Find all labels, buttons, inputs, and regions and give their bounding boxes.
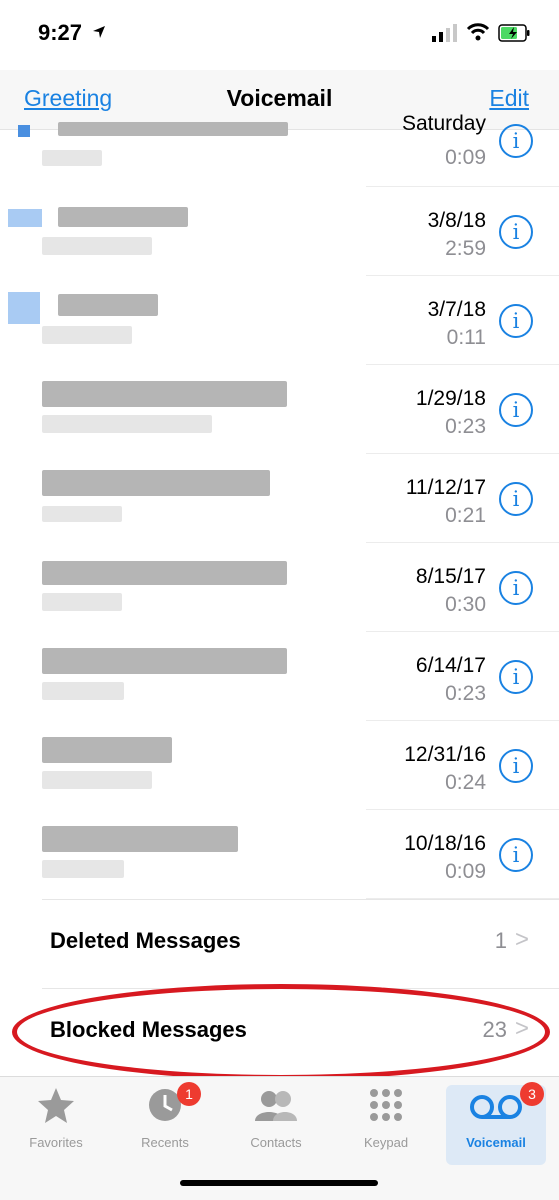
voicemail-row[interactable]: 6/14/17 0:23 i — [0, 632, 559, 721]
caller-detail — [42, 593, 122, 611]
tab-keypad[interactable]: Keypad — [336, 1085, 436, 1165]
voicemail-row[interactable]: 11/12/17 0:21 i — [0, 454, 559, 543]
voicemail-date: 12/31/16 — [404, 743, 486, 766]
voicemail-duration: 0:09 — [445, 146, 486, 169]
caller-detail — [42, 237, 152, 255]
caller-name — [58, 122, 288, 136]
voicemail-list: Saturday 0:09 i 3/8/18 2:59 i 3/7/18 0:1… — [0, 100, 559, 899]
keypad-icon — [370, 1089, 402, 1121]
voicemail-date: Saturday — [401, 112, 486, 135]
info-icon[interactable]: i — [499, 749, 533, 783]
voicemail-date: 8/15/17 — [415, 565, 486, 588]
tab-voicemail-label: Voicemail — [466, 1135, 526, 1150]
voicemail-date: 3/7/18 — [427, 298, 486, 321]
caller-name — [42, 737, 172, 763]
tab-recents[interactable]: 1 Recents — [115, 1082, 215, 1165]
star-icon — [38, 1088, 74, 1123]
voicemail-date: 1/29/18 — [415, 387, 486, 410]
info-icon[interactable]: i — [499, 838, 533, 872]
info-icon[interactable]: i — [499, 215, 533, 249]
voicemail-date: 10/18/16 — [404, 832, 486, 855]
caller-detail — [42, 860, 124, 878]
caller-name — [42, 826, 238, 852]
voicemail-date: 6/14/17 — [415, 654, 486, 677]
recents-badge: 1 — [177, 1082, 201, 1106]
voicemail-duration: 0:30 — [445, 593, 486, 616]
tab-contacts-label: Contacts — [250, 1135, 302, 1150]
voicemail-duration: 0:11 — [446, 326, 486, 349]
voicemail-row[interactable]: 8/15/17 0:30 i — [0, 543, 559, 632]
unread-indicator — [8, 209, 42, 227]
unread-indicator — [18, 125, 30, 137]
caller-detail — [42, 150, 102, 166]
tab-keypad-label: Keypad — [363, 1135, 409, 1150]
caller-detail — [42, 326, 132, 344]
highlight-annotation — [12, 984, 550, 1080]
caller-detail — [42, 506, 122, 522]
home-indicator — [180, 1180, 378, 1186]
voicemail-row[interactable]: 10/18/16 0:09 i — [0, 810, 559, 899]
tab-contacts[interactable]: Contacts — [226, 1085, 326, 1165]
voicemail-row[interactable]: Saturday 0:09 i — [0, 100, 559, 187]
tab-favorites-label: Favorites — [29, 1135, 83, 1150]
voicemail-badge: 3 — [520, 1082, 544, 1106]
contacts-icon — [255, 1091, 297, 1121]
caller-name — [58, 207, 188, 227]
tab-voicemail[interactable]: 3 Voicemail — [446, 1082, 546, 1165]
tab-recents-label: Recents — [141, 1135, 189, 1150]
caller-name — [42, 561, 287, 585]
caller-name — [42, 470, 270, 496]
info-icon[interactable]: i — [499, 304, 533, 338]
caller-name — [42, 381, 287, 407]
deleted-messages-count: 1 — [494, 928, 507, 953]
voicemail-row[interactable]: 12/31/16 0:24 i — [0, 721, 559, 810]
caller-name — [42, 648, 287, 674]
voicemail-duration: 0:09 — [445, 860, 486, 883]
chevron-right-icon: > — [514, 926, 529, 953]
caller-detail — [42, 682, 124, 700]
voicemail-date: 11/12/17 — [405, 476, 486, 499]
status-bar: 9:27 — [0, 0, 559, 70]
wifi-icon — [466, 23, 490, 41]
caller-detail — [42, 415, 212, 433]
battery-charging-icon — [498, 24, 530, 42]
location-arrow-icon — [93, 26, 105, 38]
cellular-signal-icon — [432, 24, 457, 42]
voicemail-row[interactable]: 3/8/18 2:59 i — [0, 187, 559, 276]
status-time: 9:27 — [38, 20, 83, 45]
info-icon[interactable]: i — [499, 482, 533, 516]
voicemail-duration: 0:23 — [445, 682, 486, 705]
voicemail-row[interactable]: 1/29/18 0:23 i — [0, 365, 559, 454]
info-icon[interactable]: i — [499, 393, 533, 427]
info-icon[interactable]: i — [499, 571, 533, 605]
tab-favorites[interactable]: Favorites — [6, 1085, 106, 1165]
info-icon[interactable]: i — [499, 124, 533, 158]
info-icon[interactable]: i — [499, 660, 533, 694]
voicemail-duration: 0:21 — [445, 504, 486, 527]
deleted-messages-label: Deleted Messages — [50, 928, 241, 953]
voicemail-date: 3/8/18 — [427, 209, 486, 232]
caller-detail — [42, 771, 152, 789]
voicemail-duration: 0:24 — [445, 771, 486, 794]
unread-indicator — [8, 292, 40, 324]
voicemail-row[interactable]: 3/7/18 0:11 i — [0, 276, 559, 365]
caller-name — [58, 294, 158, 316]
voicemail-icon — [470, 1095, 522, 1119]
voicemail-duration: 0:23 — [445, 415, 486, 438]
voicemail-duration: 2:59 — [445, 237, 486, 260]
deleted-messages-row[interactable]: Deleted Messages 1 > — [0, 898, 559, 987]
